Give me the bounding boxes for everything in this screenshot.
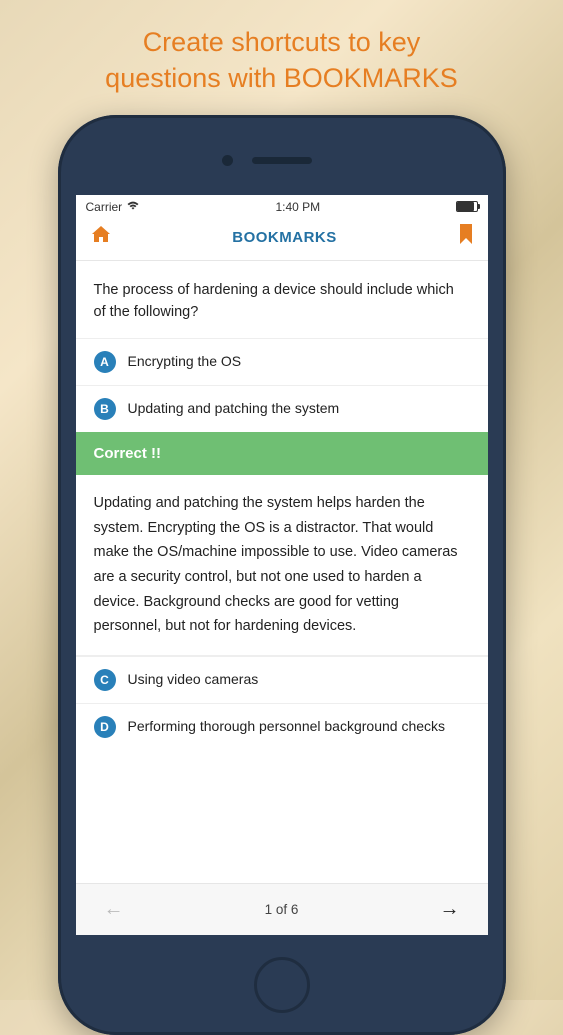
answer-option[interactable]: B Updating and patching the system (76, 385, 488, 432)
content-area: The process of hardening a device should… (76, 261, 488, 883)
phone-home-button (254, 957, 310, 1013)
promo-headline: Create shortcuts to key questions with B… (0, 0, 563, 97)
pager: ← 1 of 6 → (76, 883, 488, 935)
app-header: BOOKMARKS (76, 216, 488, 261)
phone-camera (222, 155, 233, 166)
wifi-icon (126, 199, 140, 214)
option-text: Using video cameras (128, 670, 259, 690)
option-text: Updating and patching the system (128, 399, 340, 419)
carrier-label: Carrier (86, 200, 123, 214)
status-time: 1:40 PM (275, 200, 320, 214)
option-text: Performing thorough personnel background… (128, 717, 446, 737)
phone-speaker (252, 157, 312, 164)
option-letter-badge: A (94, 351, 116, 373)
promo-line1: Create shortcuts to key (143, 27, 421, 57)
status-left: Carrier (86, 199, 141, 214)
answer-option[interactable]: A Encrypting the OS (76, 338, 488, 385)
explanation-text: Updating and patching the system helps h… (76, 475, 488, 656)
phone-mockup: Carrier 1:40 PM BOOKMARKS (58, 115, 506, 1035)
status-bar: Carrier 1:40 PM (76, 195, 488, 216)
bookmark-icon[interactable] (458, 224, 474, 250)
app-screen: Carrier 1:40 PM BOOKMARKS (76, 195, 488, 935)
prev-arrow-icon[interactable]: ← (104, 898, 124, 921)
option-letter-badge: D (94, 716, 116, 738)
promo-line2: questions with BOOKMARKS (105, 63, 458, 93)
page-title: BOOKMARKS (232, 229, 337, 246)
next-arrow-icon[interactable]: → (440, 898, 460, 921)
phone-body: Carrier 1:40 PM BOOKMARKS (58, 115, 506, 1035)
home-icon[interactable] (90, 224, 112, 250)
answer-option[interactable]: D Performing thorough personnel backgrou… (76, 703, 488, 750)
status-right (456, 201, 478, 212)
question-text: The process of hardening a device should… (76, 261, 488, 338)
battery-icon (456, 201, 478, 212)
option-letter-badge: B (94, 398, 116, 420)
option-text: Encrypting the OS (128, 352, 242, 372)
answer-option[interactable]: C Using video cameras (76, 656, 488, 703)
option-letter-badge: C (94, 669, 116, 691)
correct-banner: Correct !! (76, 432, 488, 475)
pager-position: 1 of 6 (265, 902, 299, 917)
